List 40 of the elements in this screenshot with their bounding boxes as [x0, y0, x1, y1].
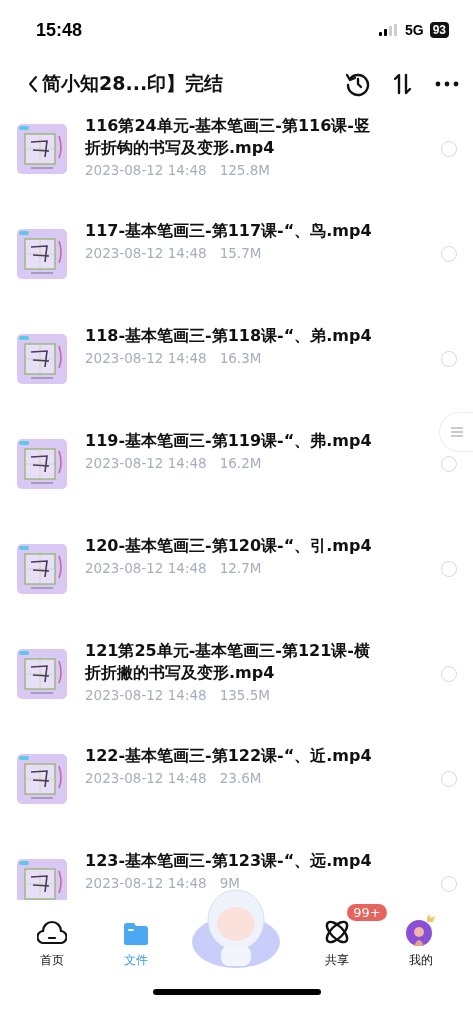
network-label: 5G: [404, 22, 424, 38]
back-icon[interactable]: [28, 75, 38, 93]
file-size: 12.7M: [219, 560, 262, 576]
file-size: 16.2M: [219, 455, 262, 471]
file-name[interactable]: 119-基本笔画三-第119课-“、弗.mp4: [85, 430, 385, 452]
more-icon[interactable]: [435, 81, 459, 87]
signal-icon: [378, 24, 399, 36]
folder-icon: [122, 922, 149, 946]
file-name[interactable]: 116第24单元-基本笔画三-第116课-竖折折钩的书写及变形.mp4: [85, 115, 385, 159]
file-size: 135.5M: [219, 687, 270, 703]
file-name[interactable]: 121第25单元-基本笔画三-第121课-横折折撇的书写及变形.mp4: [85, 640, 385, 684]
battery-level: 93: [429, 22, 449, 38]
file-size: 15.7M: [219, 245, 262, 261]
count-badge: 99+: [347, 904, 387, 921]
file-size: 23.6M: [219, 770, 262, 786]
history-icon[interactable]: [345, 71, 371, 97]
nav-tab[interactable]: 首页: [23, 900, 80, 969]
status-time: 15:48: [36, 19, 83, 41]
folder-title: 简小知28...印】完结: [42, 71, 225, 96]
file-date: 2023-08-12 14:48: [85, 455, 207, 471]
side-handle[interactable]: [439, 412, 473, 452]
file-name[interactable]: 118-基本笔画三-第118课-“、弟.mp4: [85, 325, 385, 347]
file-size: 125.8M: [219, 162, 270, 178]
nav-tab[interactable]: 我的: [393, 900, 450, 969]
file-date: 2023-08-12 14:48: [85, 162, 207, 178]
file-size: 16.3M: [219, 350, 262, 366]
file-date: 2023-08-12 14:48: [85, 770, 207, 786]
file-name[interactable]: 122-基本笔画三-第122课-“、近.mp4: [85, 745, 385, 767]
cloud-icon: [36, 920, 67, 946]
file-size: 9M: [219, 875, 240, 891]
file-name[interactable]: 120-基本笔画三-第120课-“、引.mp4: [85, 535, 385, 557]
file-date: 2023-08-12 14:48: [85, 350, 207, 366]
lines-icon: [449, 427, 464, 437]
file-name[interactable]: 117-基本笔画三-第117课-“、鸟.mp4: [85, 220, 385, 242]
file-name[interactable]: 123-基本笔画三-第123课-“、远.mp4: [85, 850, 385, 872]
file-date: 2023-08-12 14:48: [85, 875, 207, 891]
file-date: 2023-08-12 14:48: [85, 560, 207, 576]
file-date: 2023-08-12 14:48: [85, 245, 207, 261]
avatar-icon: [406, 914, 437, 946]
file-date: 2023-08-12 14:48: [85, 687, 207, 703]
